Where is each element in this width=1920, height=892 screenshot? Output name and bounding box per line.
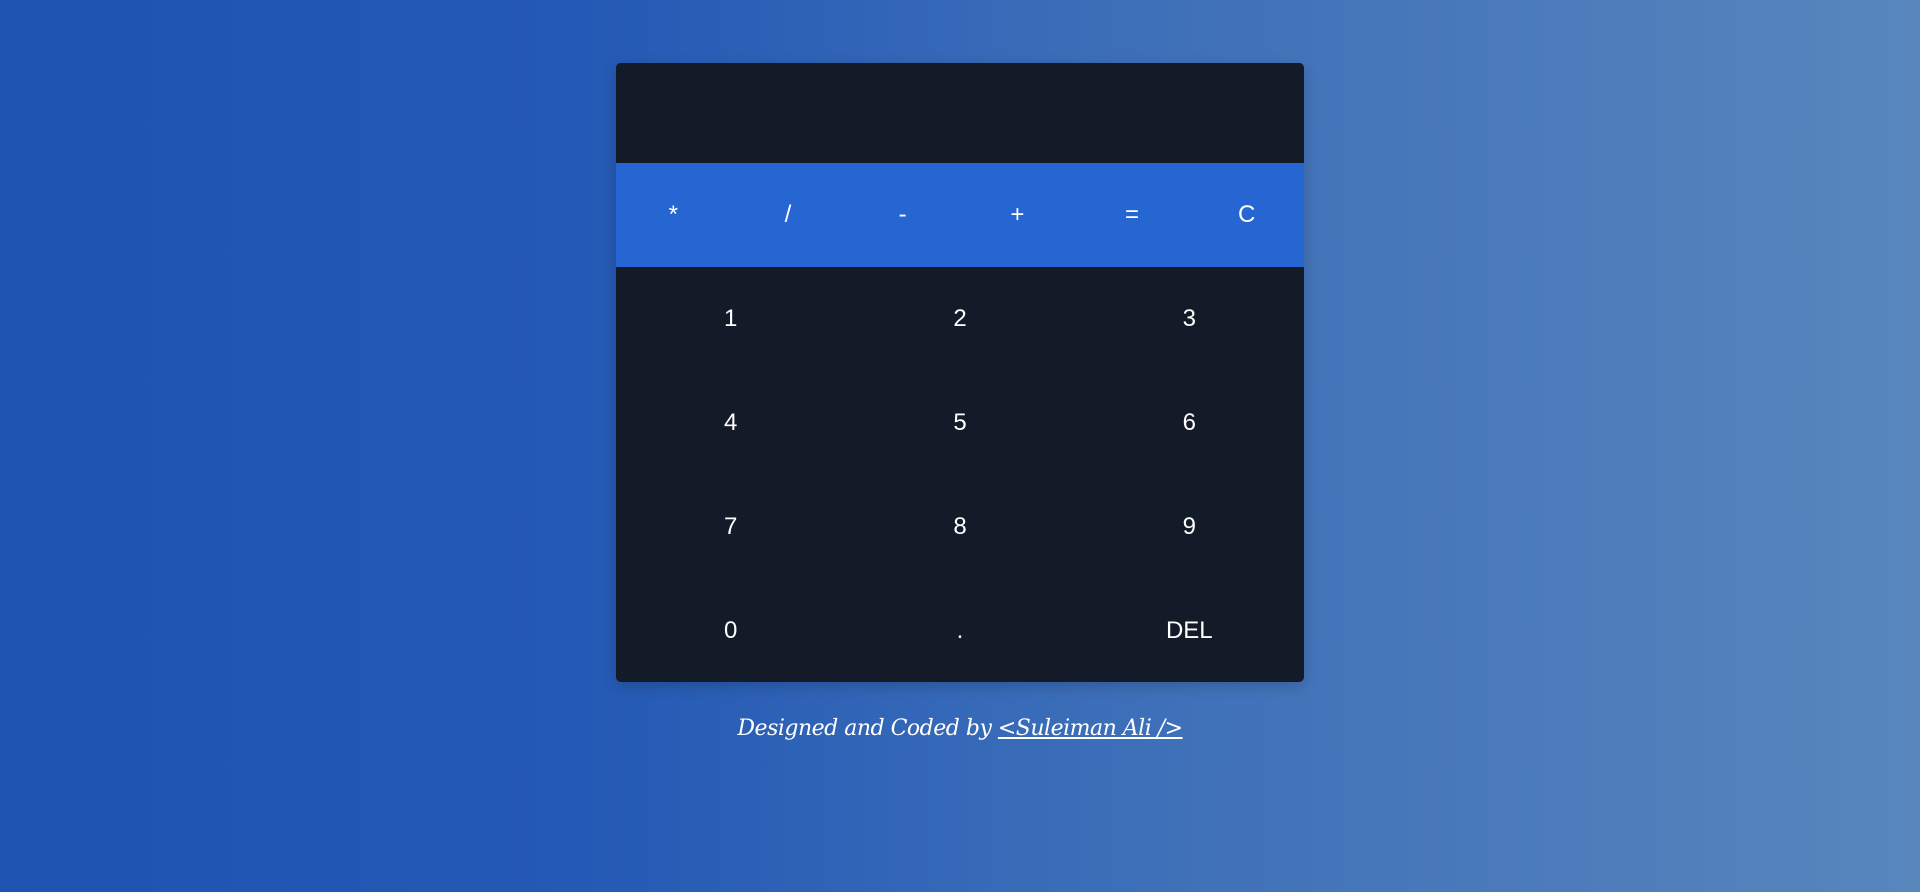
digit-8-button[interactable]: 8 — [845, 475, 1074, 579]
digit-1-button[interactable]: 1 — [616, 267, 845, 371]
equals-button[interactable]: = — [1075, 163, 1190, 267]
footer-text: Designed and Coded by — [737, 716, 998, 741]
add-button[interactable]: + — [960, 163, 1075, 267]
multiply-button[interactable]: * — [616, 163, 731, 267]
calculator: * / - + = C 1 2 3 4 5 6 7 8 9 0 . DEL — [616, 63, 1304, 682]
digit-4-button[interactable]: 4 — [616, 371, 845, 475]
digit-0-button[interactable]: 0 — [616, 579, 845, 682]
divide-button[interactable]: / — [731, 163, 846, 267]
digit-7-button[interactable]: 7 — [616, 475, 845, 579]
digit-3-button[interactable]: 3 — [1075, 267, 1304, 371]
footer-credit: Designed and Coded by <Suleiman Ali /> — [0, 716, 1920, 741]
digit-pad: 1 2 3 4 5 6 7 8 9 0 . DEL — [616, 267, 1304, 682]
calculator-display — [616, 63, 1304, 163]
author-link[interactable]: <Suleiman Ali /> — [998, 716, 1183, 741]
delete-button[interactable]: DEL — [1075, 579, 1304, 682]
digit-2-button[interactable]: 2 — [845, 267, 1074, 371]
operator-bar: * / - + = C — [616, 163, 1304, 267]
digit-9-button[interactable]: 9 — [1075, 475, 1304, 579]
digit-5-button[interactable]: 5 — [845, 371, 1074, 475]
decimal-button[interactable]: . — [845, 579, 1074, 682]
subtract-button[interactable]: - — [845, 163, 960, 267]
clear-button[interactable]: C — [1189, 163, 1304, 267]
digit-6-button[interactable]: 6 — [1075, 371, 1304, 475]
